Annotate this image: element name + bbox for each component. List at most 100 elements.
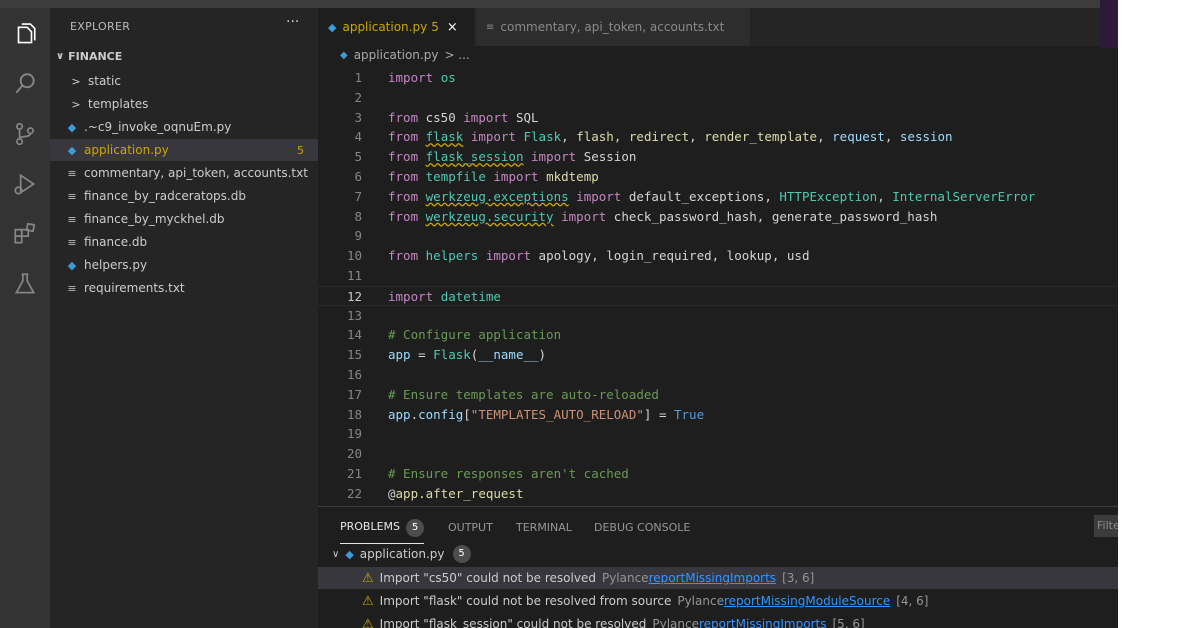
- code-line[interactable]: 7 from werkzeug.exceptions import default…: [318, 187, 1118, 207]
- code-token: redirect: [628, 129, 690, 145]
- problem-message: Import "cs50" could not be resolved: [379, 571, 596, 585]
- code-line[interactable]: 16: [318, 365, 1118, 385]
- code-line[interactable]: 12 import datetime: [318, 285, 1118, 307]
- code-line[interactable]: 19: [318, 424, 1118, 444]
- line-number: 15: [346, 347, 362, 363]
- code-line[interactable]: 13: [318, 306, 1118, 326]
- code-token: import: [493, 169, 539, 184]
- code-line[interactable]: 15 app = Flask(__name__): [318, 345, 1118, 365]
- code-line[interactable]: 9: [318, 226, 1118, 246]
- run-debug-icon[interactable]: [9, 168, 41, 200]
- problem-message: Import "flask" could not be resolved fro…: [379, 594, 672, 608]
- code-line[interactable]: 1 import os: [318, 68, 1118, 88]
- filter-input[interactable]: Filte: [1094, 515, 1118, 537]
- warning-icon: ⚠: [362, 593, 374, 609]
- problem-source: Pylance: [652, 617, 699, 628]
- code-token: app.after_request: [395, 485, 524, 501]
- code-token: ): [538, 347, 547, 363]
- tree-item-finance-db[interactable]: ≡ finance.db: [50, 231, 318, 253]
- code-token: import: [388, 288, 434, 304]
- code-token: SQL: [508, 109, 539, 125]
- code-editor[interactable]: 1 import os 2 3 from cs50 import SQL 4 from fl…: [318, 66, 1118, 506]
- code-token: mkdtemp: [546, 169, 599, 184]
- problem-item[interactable]: ⚠ Import "flask" could not be resolved f…: [318, 590, 1118, 612]
- line-number: 7: [354, 188, 362, 204]
- file-icon: ≡: [67, 212, 77, 226]
- problem-rule-link[interactable]: reportMissingImports: [649, 571, 776, 585]
- extensions-icon[interactable]: [9, 218, 41, 250]
- code-token: from: [388, 169, 419, 184]
- problem-rule-link[interactable]: reportMissingModuleSource: [724, 594, 890, 608]
- tree-item-label: .~c9_invoke_oqnuEm.py: [84, 120, 232, 134]
- folder-root[interactable]: ∨ FINANCE: [56, 50, 122, 63]
- tab-problems[interactable]: PROBLEMS 5: [340, 519, 425, 544]
- breadcrumb-file[interactable]: application.py: [354, 48, 439, 62]
- tree-item-static[interactable]: > static: [50, 70, 318, 92]
- tab-output[interactable]: OUTPUT: [448, 521, 493, 534]
- problem-rule-link[interactable]: reportMissingImports: [699, 617, 826, 628]
- explorer-icon[interactable]: [9, 20, 41, 52]
- code-line[interactable]: 4 from flask import Flask, flash, redirec…: [318, 127, 1118, 147]
- tree-item-application-py[interactable]: ◆ application.py 5: [50, 139, 318, 161]
- tree-item-templates[interactable]: > templates: [50, 93, 318, 115]
- tree-item-c9-invoke[interactable]: ◆ .~c9_invoke_oqnuEm.py: [50, 116, 318, 138]
- tree-item-finance-radceratops-db[interactable]: ≡ finance_by_radceratops.db: [50, 185, 318, 207]
- file-icon: ≡: [67, 189, 77, 203]
- window-corner-decoration: [1100, 0, 1118, 48]
- line-number: 21: [346, 466, 362, 481]
- tree-item-commentary-txt[interactable]: ≡ commentary, api_token, accounts.txt: [50, 162, 318, 184]
- problem-file-group[interactable]: ∨ ◆ application.py 5: [332, 545, 471, 563]
- line-number: 12: [346, 288, 362, 304]
- code-text: import datetime: [388, 287, 501, 307]
- code-line[interactable]: 11: [318, 266, 1118, 286]
- python-file-icon: ◆: [340, 49, 348, 61]
- code-text: # Ensure responses aren't cached: [388, 464, 629, 484]
- search-icon[interactable]: [9, 68, 41, 100]
- breadcrumb-separator: > ...: [444, 48, 470, 62]
- problem-item[interactable]: ⚠ Import "flask_session" could not be re…: [318, 613, 1118, 628]
- code-line[interactable]: 21 # Ensure responses aren't cached: [318, 464, 1118, 484]
- code-line[interactable]: 17 # Ensure templates are auto-reloaded: [318, 385, 1118, 405]
- line-number: 13: [346, 307, 362, 323]
- more-actions-icon[interactable]: ···: [286, 14, 299, 30]
- code-line[interactable]: 5 from flask_session import Session: [318, 147, 1118, 167]
- close-icon[interactable]: ×: [447, 20, 458, 35]
- problem-item[interactable]: ⚠ Import "cs50" could not be resolved Py…: [318, 567, 1118, 589]
- code-line[interactable]: 18 app.config["TEMPLATES_AUTO_RELOAD"] = …: [318, 405, 1118, 425]
- code-token: import: [561, 208, 607, 224]
- source-control-icon[interactable]: [9, 118, 41, 150]
- code-token: import: [531, 149, 577, 165]
- code-line[interactable]: 10 from helpers import apology, login_req…: [318, 246, 1118, 266]
- bottom-panel: PROBLEMS 5 OUTPUT TERMINAL DEBUG CONSOLE …: [318, 506, 1118, 628]
- code-line[interactable]: 6 from tempfile import mkdtemp: [318, 167, 1118, 187]
- tree-item-label: finance_by_myckhel.db: [84, 212, 225, 226]
- tree-item-label: static: [88, 74, 121, 88]
- problem-position: [3, 6]: [782, 571, 815, 585]
- code-line[interactable]: 20: [318, 444, 1118, 464]
- code-token: render_template: [704, 129, 818, 145]
- code-line[interactable]: 2: [318, 88, 1118, 108]
- tree-item-helpers-py[interactable]: ◆ helpers.py: [50, 254, 318, 276]
- code-line[interactable]: 14 # Configure application: [318, 325, 1118, 345]
- tab-commentary-txt[interactable]: ≡ commentary, api_token, accounts.txt: [476, 8, 750, 46]
- code-line[interactable]: 22 @app.after_request: [318, 484, 1118, 504]
- tree-item-requirements-txt[interactable]: ≡ requirements.txt: [50, 277, 318, 299]
- tab-terminal[interactable]: TERMINAL: [516, 521, 572, 534]
- code-token: from: [388, 149, 419, 165]
- tree-item-finance-myckhel-db[interactable]: ≡ finance_by_myckhel.db: [50, 208, 318, 230]
- python-file-icon: ◆: [67, 120, 77, 134]
- tab-debug-console[interactable]: DEBUG CONSOLE: [594, 521, 690, 534]
- editor-tabs: ◆ application.py 5 × ≡ commentary, api_t…: [318, 8, 1118, 46]
- line-number: 19: [346, 426, 362, 442]
- code-token: werkzeug.security: [425, 208, 554, 224]
- tab-application-py[interactable]: ◆ application.py 5 ×: [318, 8, 474, 46]
- problem-source: Pylance: [601, 571, 649, 585]
- code-line[interactable]: 8 from werkzeug.security import check_pas…: [318, 207, 1118, 227]
- testing-flask-icon[interactable]: [9, 268, 41, 300]
- tree-item-label: commentary, api_token, accounts.txt: [84, 166, 308, 180]
- code-line[interactable]: 3 from cs50 import SQL: [318, 108, 1118, 128]
